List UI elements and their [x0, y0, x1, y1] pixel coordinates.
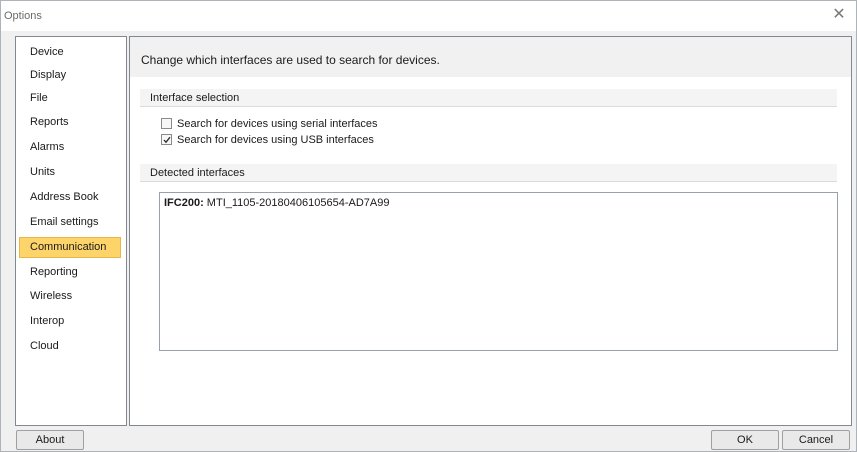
sidebar-item-communication[interactable]: Communication [19, 237, 121, 258]
sidebar-item-wireless[interactable]: Wireless [19, 286, 121, 307]
sidebar-item-address-book[interactable]: Address Book [19, 187, 121, 208]
usb-interfaces-label[interactable]: Search for devices using USB interfaces [177, 133, 374, 147]
section-heading-interface-selection: Interface selection [140, 89, 837, 107]
sidebar-item-interop[interactable]: Interop [19, 311, 121, 332]
sidebar-item-cloud[interactable]: Cloud [19, 336, 121, 357]
options-dialog: Options ✕ Device Display File Reports Al… [0, 0, 857, 452]
sidebar-item-label: Device [30, 46, 64, 58]
interface-id: MTI_1105-20180406105654-AD7A99 [203, 197, 390, 209]
sidebar-item-label: Cloud [30, 340, 59, 352]
cancel-button[interactable]: Cancel [782, 430, 850, 450]
sidebar-item-label: Wireless [30, 290, 73, 302]
options-sidebar: Device Display File Reports Alarms Units… [15, 36, 127, 426]
ok-button[interactable]: OK [711, 430, 779, 450]
close-icon[interactable]: ✕ [830, 6, 848, 24]
page-title: Change which interfaces are used to sear… [141, 53, 440, 67]
window-title: Options [4, 10, 42, 22]
sidebar-item-units[interactable]: Units [19, 162, 121, 183]
sidebar-item-label: Alarms [30, 141, 65, 153]
options-content-panel: Change which interfaces are used to sear… [129, 36, 852, 426]
sidebar-item-label: Display [30, 69, 67, 81]
sidebar-item-label: Interop [30, 315, 65, 327]
detected-interfaces-list[interactable]: IFC200: MTI_1105-20180406105654-AD7A99 [159, 192, 838, 351]
sidebar-item-email-settings[interactable]: Email settings [19, 212, 121, 233]
sidebar-item-reporting[interactable]: Reporting [19, 262, 121, 283]
sidebar-item-device[interactable]: Device [19, 41, 121, 64]
sidebar-item-label: Address Book [30, 191, 99, 203]
serial-interfaces-label[interactable]: Search for devices using serial interfac… [177, 117, 378, 131]
sidebar-item-label: Reports [30, 116, 69, 128]
sidebar-item-label: Units [30, 166, 56, 178]
sidebar-item-alarms[interactable]: Alarms [19, 137, 121, 158]
usb-interfaces-checkbox[interactable] [161, 134, 172, 145]
sidebar-item-file[interactable]: File [19, 88, 121, 109]
sidebar-item-label: Email settings [30, 216, 99, 228]
sidebar-item-label: Reporting [30, 266, 78, 278]
title-bar: Options ✕ [1, 1, 856, 31]
check-icon [163, 136, 171, 144]
list-item[interactable]: IFC200: MTI_1105-20180406105654-AD7A99 [164, 197, 389, 209]
sidebar-item-label: File [30, 92, 48, 104]
sidebar-item-display[interactable]: Display [19, 64, 121, 87]
page-header: Change which interfaces are used to sear… [130, 37, 851, 77]
section-heading-detected-interfaces: Detected interfaces [140, 164, 837, 182]
interface-name: IFC200 [164, 197, 201, 209]
serial-interfaces-checkbox[interactable] [161, 118, 172, 129]
sidebar-item-label: Communication [30, 241, 107, 253]
about-button[interactable]: About [16, 430, 84, 450]
sidebar-item-reports[interactable]: Reports [19, 112, 121, 133]
